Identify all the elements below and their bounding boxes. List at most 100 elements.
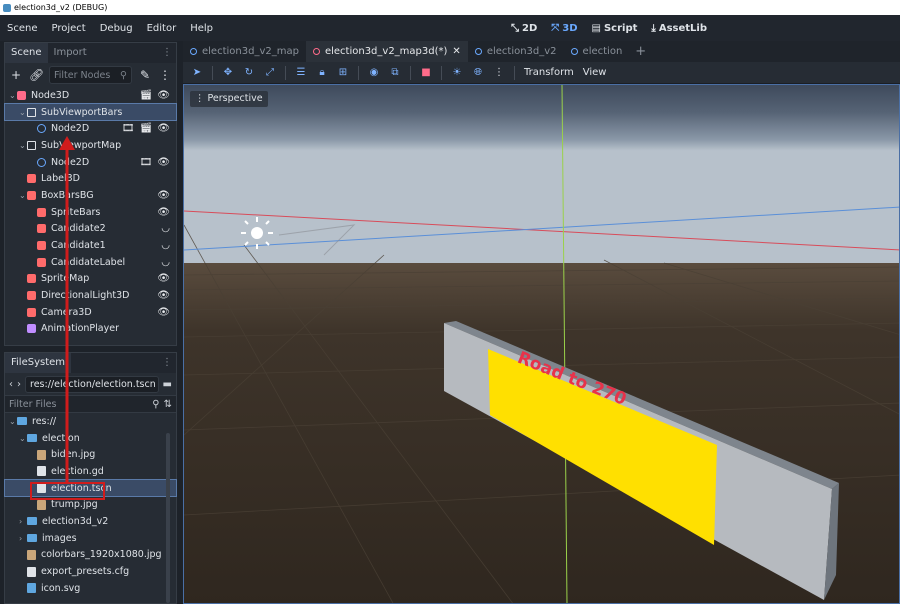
menu-debug[interactable]: Debug: [93, 23, 140, 34]
visibility-eye-icon[interactable]: 👁: [157, 123, 170, 134]
lock-icon[interactable]: 🔒︎: [316, 67, 328, 78]
file-item-1[interactable]: ⌄ election: [5, 430, 176, 447]
menu-editor[interactable]: Editor: [140, 23, 184, 34]
scene-node-7[interactable]: SpriteBars 👁: [5, 204, 176, 221]
expand-arrow-icon[interactable]: ⌄: [19, 108, 27, 117]
scene-tab-1[interactable]: election3d_v2_map3d(*) ✕: [305, 41, 468, 62]
close-tab-icon[interactable]: ✕: [452, 46, 460, 57]
node-script-icon[interactable]: 🎞: [140, 157, 153, 168]
tab-import[interactable]: Import: [48, 43, 93, 63]
visibility-eye-icon[interactable]: 👁: [157, 273, 170, 284]
scene-node-11[interactable]: SpriteMap 👁: [5, 271, 176, 288]
node-script-icon[interactable]: 🎬︎: [140, 123, 153, 134]
scene-node-1[interactable]: ⌄ SubViewportBars: [4, 102, 177, 122]
visibility-eye-icon[interactable]: 👁: [157, 307, 170, 318]
expand-arrow-icon[interactable]: ›: [19, 534, 27, 543]
expand-arrow-icon[interactable]: ⌄: [19, 191, 27, 200]
scene-node-12[interactable]: DirectionalLight3D 👁: [5, 287, 176, 304]
dock-menu-icon[interactable]: ⋮: [162, 47, 172, 58]
environment-toggle-icon[interactable]: 🌐︎: [472, 67, 484, 78]
scene-node-14[interactable]: AnimationPlayer: [5, 321, 176, 338]
file-item-8[interactable]: colorbars_1920x1080.jpg: [5, 547, 176, 564]
scene-tab-0[interactable]: election3d_v2_map: [183, 41, 306, 62]
node-script-icon[interactable]: 🎬︎: [140, 90, 153, 101]
perspective-menu[interactable]: ⋮ Perspective: [190, 91, 268, 107]
list-select-icon[interactable]: ☰: [295, 67, 307, 78]
move-tool-icon[interactable]: ✥: [222, 67, 234, 78]
expand-arrow-icon[interactable]: ⌄: [19, 141, 27, 150]
file-item-0[interactable]: ⌄ res://: [5, 413, 176, 430]
node-script-icon[interactable]: 🎞: [122, 123, 135, 134]
3d-viewport[interactable]: ⋮ Perspective Road to 270: [183, 84, 900, 604]
scene-node-0[interactable]: ⌄ Node3D 🎬︎ 👁: [5, 87, 176, 104]
visibility-hidden-icon[interactable]: ◡: [161, 223, 170, 234]
visibility-hidden-icon[interactable]: ◡: [161, 257, 170, 268]
scene-node-2[interactable]: Node2D 🎞 🎬︎ 👁: [5, 120, 176, 137]
expand-arrow-icon[interactable]: ⌄: [19, 434, 27, 443]
file-item-3[interactable]: election.gd: [5, 463, 176, 480]
visibility-eye-icon[interactable]: 👁: [157, 207, 170, 218]
filesystem-scrollbar[interactable]: [166, 433, 170, 603]
add-node-icon[interactable]: +: [9, 68, 23, 82]
visibility-eye-icon[interactable]: 👁: [157, 290, 170, 301]
select-tool-icon[interactable]: ➤: [191, 67, 203, 78]
sun-toggle-icon[interactable]: ☀: [451, 67, 463, 78]
link-icon[interactable]: 🔗︎: [29, 68, 44, 82]
filter-nodes-input[interactable]: Filter Nodes ⚲: [49, 66, 132, 84]
mode-3d-button[interactable]: ⤧ 3D: [551, 23, 577, 34]
expand-arrow-icon[interactable]: ⌄: [9, 91, 17, 100]
scene-node-10[interactable]: CandidateLabel ◡: [5, 254, 176, 271]
script-attach-icon[interactable]: ✎: [138, 68, 152, 82]
scene-node-3[interactable]: ⌄ SubViewportMap: [5, 137, 176, 154]
split-view-icon[interactable]: ▬: [163, 379, 172, 390]
mode-2d-button[interactable]: ⤡ 2D: [511, 23, 537, 34]
path-field[interactable]: res://election/election.tscn: [25, 375, 159, 393]
file-item-10[interactable]: icon.svg: [5, 580, 176, 597]
add-tab-icon[interactable]: +: [629, 44, 646, 59]
file-item-2[interactable]: biden.jpg: [5, 446, 176, 463]
scene-node-13[interactable]: Camera3D 👁: [5, 304, 176, 321]
mode-assetlib-button[interactable]: ⤓ AssetLib: [651, 23, 707, 34]
expand-arrow-icon[interactable]: ⌄: [9, 417, 17, 426]
scale-tool-icon[interactable]: ⤢: [264, 67, 276, 78]
transform-menu[interactable]: Transform: [524, 67, 574, 78]
forward-icon[interactable]: ›: [17, 379, 21, 390]
file-item-7[interactable]: › images: [5, 530, 176, 547]
file-tree: ⌄ res:// ⌄ election biden.jpg election.gd elec…: [4, 413, 177, 597]
visibility-eye-icon[interactable]: 👁: [157, 90, 170, 101]
scene-node-8[interactable]: Candidate2 ◡: [5, 221, 176, 238]
node-actions: 👁: [157, 307, 170, 318]
back-icon[interactable]: ‹: [9, 379, 13, 390]
rotate-tool-icon[interactable]: ↻: [243, 67, 255, 78]
camera-preview-icon[interactable]: ■: [420, 67, 432, 78]
view-menu[interactable]: View: [583, 67, 607, 78]
scene-menu-icon[interactable]: ⋮: [158, 68, 172, 82]
local-space-icon[interactable]: ◉: [368, 67, 380, 78]
group-icon[interactable]: ⊞: [337, 67, 349, 78]
scene-node-9[interactable]: Candidate1 ◡: [5, 237, 176, 254]
file-item-9[interactable]: export_presets.cfg: [5, 563, 176, 580]
filter-files-input[interactable]: Filter Files: [9, 399, 148, 410]
tab-filesystem[interactable]: FileSystem: [5, 353, 72, 373]
viewport-more-icon[interactable]: ⋮: [493, 67, 505, 78]
tab-scene[interactable]: Scene: [5, 43, 48, 63]
menu-help[interactable]: Help: [183, 23, 220, 34]
visibility-eye-icon[interactable]: 👁: [157, 190, 170, 201]
scene-tab-2[interactable]: election3d_v2: [468, 41, 564, 62]
visibility-hidden-icon[interactable]: ◡: [161, 240, 170, 251]
scene-node-5[interactable]: Label3D: [5, 170, 176, 187]
file-item-6[interactable]: › election3d_v2: [5, 513, 176, 530]
snap-icon[interactable]: ⧉: [389, 67, 401, 78]
visibility-eye-icon[interactable]: 👁: [157, 157, 170, 168]
node-actions: 🎬︎ 👁: [140, 90, 170, 101]
menu-project[interactable]: Project: [45, 23, 93, 34]
node-label: Node3D: [31, 89, 70, 101]
expand-arrow-icon[interactable]: ›: [19, 517, 27, 526]
sort-icon[interactable]: ⇅: [164, 399, 172, 410]
scene-node-6[interactable]: ⌄ BoxBarsBG 👁: [5, 187, 176, 204]
scene-tab-3[interactable]: election: [564, 41, 630, 62]
mode-script-button[interactable]: ▤ Script: [592, 23, 638, 34]
fs-dock-menu-icon[interactable]: ⋮: [162, 357, 172, 368]
scene-node-4[interactable]: Node2D 🎞 👁: [5, 154, 176, 171]
menu-scene[interactable]: Scene: [0, 23, 45, 34]
